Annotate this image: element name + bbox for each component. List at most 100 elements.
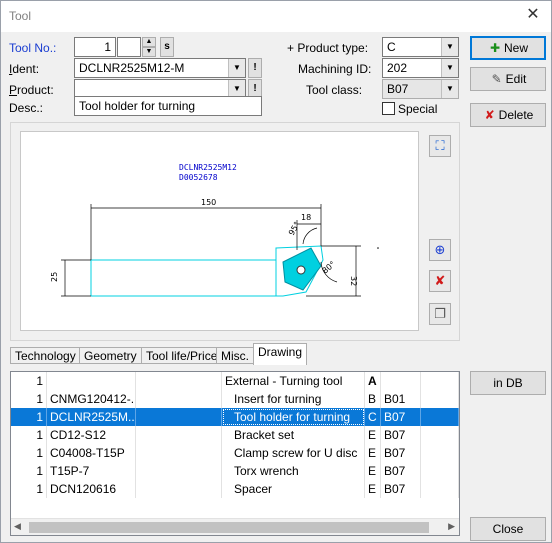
cell-name: Spacer bbox=[222, 480, 365, 498]
cell-code: CD12-S12 bbox=[47, 426, 136, 444]
drawing-canvas: DCLNR2525M12 D0052678 150 18 25 32 95° 8… bbox=[20, 131, 419, 331]
components-table: 1 External - Turning tool A 1 CNMG120412-...… bbox=[10, 371, 460, 536]
table-row[interactable]: 1 CD12-S12 Bracket set E B07 bbox=[11, 426, 459, 444]
special-checkbox[interactable] bbox=[382, 102, 395, 115]
s-button[interactable]: s bbox=[160, 37, 174, 57]
tool-no-input[interactable]: 1 bbox=[74, 37, 116, 57]
dim-150-text: 150 bbox=[201, 198, 216, 207]
table-row[interactable]: 1 C04008-T15P Clamp screw for U disc E B07 bbox=[11, 444, 459, 462]
product-type-value: C bbox=[387, 40, 396, 54]
tab-tool-life-price[interactable]: Tool life/Price bbox=[141, 347, 223, 364]
cell-class bbox=[381, 372, 421, 390]
pencil-icon: ✎ bbox=[491, 72, 502, 86]
window-title: Tool bbox=[9, 9, 32, 23]
cell-class: B07 bbox=[381, 462, 421, 480]
tool-no-label: Tool No.: bbox=[9, 41, 57, 55]
tool-window: Tool ✕ Tool No.: 1 ▲ ▼ s Ident: DCLNR252… bbox=[0, 0, 552, 543]
delete-label: Delete bbox=[498, 108, 534, 122]
cell-spacer bbox=[136, 372, 222, 390]
chevron-down-icon[interactable]: ▼ bbox=[228, 59, 245, 77]
tab-misc[interactable]: Misc. bbox=[216, 347, 254, 364]
cell-spacer bbox=[136, 480, 222, 498]
in-db-button[interactable]: in DB bbox=[470, 371, 546, 395]
dim-18-text: 18 bbox=[301, 213, 311, 222]
title-bar: Tool ✕ bbox=[1, 1, 551, 32]
cell-pad bbox=[421, 426, 459, 444]
ident-excl-button[interactable]: ! bbox=[248, 58, 262, 78]
scroll-right-icon[interactable]: ▶ bbox=[448, 521, 455, 532]
cell-pad bbox=[421, 408, 459, 426]
cell-name: Bracket set bbox=[222, 426, 365, 444]
horizontal-scrollbar[interactable]: ◀ ▶ bbox=[11, 518, 459, 535]
product-type-label: + Product type: bbox=[287, 41, 369, 55]
edit-label: Edit bbox=[505, 72, 527, 86]
cell-name: External - Turning tool bbox=[222, 372, 365, 390]
zoom-icon[interactable]: ⊕ bbox=[429, 239, 451, 261]
tool-class-combo[interactable]: B07 ▼ bbox=[382, 79, 459, 99]
spin-down-icon[interactable]: ▼ bbox=[142, 47, 156, 57]
x-mark-icon: ✘ bbox=[484, 108, 495, 122]
cell-code: T15P-7 bbox=[47, 462, 136, 480]
cell-class: B07 bbox=[381, 408, 421, 426]
desc-label: Desc.: bbox=[9, 101, 44, 115]
tab-technology[interactable]: Technology bbox=[10, 347, 81, 364]
tool-class-label: Tool class: bbox=[306, 83, 363, 97]
new-button[interactable]: ✚ New bbox=[470, 36, 546, 60]
delete-drawing-icon[interactable]: ✘ bbox=[429, 270, 451, 292]
machining-id-combo[interactable]: 202 ▼ bbox=[382, 58, 459, 78]
tool-shank-outline bbox=[90, 259, 277, 297]
cell-type: E bbox=[365, 462, 381, 480]
tool-class-value: B07 bbox=[387, 82, 409, 96]
cell-pad bbox=[421, 372, 459, 390]
delete-button[interactable]: ✘ Delete bbox=[470, 103, 546, 127]
close-icon[interactable]: ✕ bbox=[525, 7, 541, 23]
cell-class: B01 bbox=[381, 390, 421, 408]
edit-button[interactable]: ✎ Edit bbox=[470, 67, 546, 91]
table-row[interactable]: 1 CNMG120412-... Insert for turning B B01 bbox=[11, 390, 459, 408]
copy-drawing-icon[interactable]: ❐ bbox=[429, 303, 451, 325]
cell-pad bbox=[421, 390, 459, 408]
tool-no-sub-input[interactable] bbox=[117, 37, 141, 57]
cell-name: Torx wrench bbox=[222, 462, 365, 480]
tab-drawing[interactable]: Drawing bbox=[253, 343, 308, 365]
table-row[interactable]: 1 DCLNR2525M... Tool holder for turning C B0… bbox=[11, 408, 459, 426]
cell-qty: 1 bbox=[11, 390, 47, 408]
scroll-thumb[interactable] bbox=[29, 522, 429, 533]
product-type-combo[interactable]: C ▼ bbox=[382, 37, 459, 57]
cell-qty: 1 bbox=[11, 372, 47, 390]
cell-type: B bbox=[365, 390, 381, 408]
angle-95-text: 95° bbox=[287, 220, 302, 237]
table-row[interactable]: 1 DCN120616 Spacer E B07 bbox=[11, 480, 459, 498]
cell-type: A bbox=[365, 372, 381, 390]
drawing-code-text: D0052678 bbox=[179, 173, 218, 182]
cell-pad bbox=[421, 444, 459, 462]
cell-qty: 1 bbox=[11, 426, 47, 444]
scroll-left-icon[interactable]: ◀ bbox=[14, 521, 21, 532]
cell-qty: 1 bbox=[11, 480, 47, 498]
ident-combo[interactable]: DCLNR2525M12-M ▼ bbox=[74, 58, 246, 78]
machining-id-label: Machining ID: bbox=[298, 62, 372, 76]
desc-input[interactable]: Tool holder for turning bbox=[74, 96, 262, 116]
chevron-down-icon[interactable]: ▼ bbox=[441, 59, 458, 77]
table-row[interactable]: 1 T15P-7 Torx wrench E B07 bbox=[11, 462, 459, 480]
cell-qty: 1 bbox=[11, 462, 47, 480]
cell-code: C04008-T15P bbox=[47, 444, 136, 462]
close-button[interactable]: Close bbox=[470, 517, 546, 541]
drawing-ident-text: DCLNR2525M12 bbox=[179, 163, 237, 172]
product-label: Product: bbox=[9, 83, 54, 97]
cell-type: C bbox=[365, 408, 381, 426]
cell-spacer bbox=[136, 444, 222, 462]
tab-geometry[interactable]: Geometry bbox=[79, 347, 142, 364]
ident-label: Ident: bbox=[9, 62, 40, 76]
chevron-down-icon[interactable]: ▼ bbox=[441, 80, 458, 98]
cell-spacer bbox=[136, 390, 222, 408]
table-row[interactable]: 1 External - Turning tool A bbox=[11, 372, 459, 390]
cell-class: B07 bbox=[381, 426, 421, 444]
fit-view-icon[interactable]: ⛶ bbox=[429, 135, 451, 157]
cell-class: B07 bbox=[381, 444, 421, 462]
spin-up-icon[interactable]: ▲ bbox=[142, 37, 156, 47]
cell-name: Tool holder for turning bbox=[222, 408, 365, 426]
cell-code: CNMG120412-... bbox=[47, 390, 136, 408]
angle-80-text: 80° bbox=[321, 260, 338, 276]
chevron-down-icon[interactable]: ▼ bbox=[441, 38, 458, 56]
